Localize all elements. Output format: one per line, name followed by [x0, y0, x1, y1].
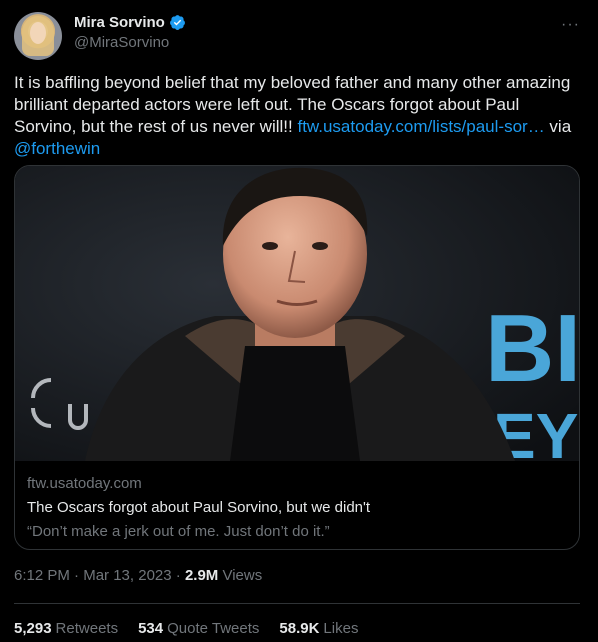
avatar[interactable] — [14, 12, 62, 60]
tweet-header: Mira Sorvino @MiraSorvino ··· — [14, 12, 582, 60]
retweets-stat[interactable]: 5,293 Retweets — [14, 620, 118, 637]
views-label: Views — [218, 567, 263, 584]
likes-label: Likes — [323, 620, 359, 637]
tweet-text: It is baffling beyond belief that my bel… — [14, 72, 580, 160]
card-info[interactable]: ftw.usatoday.com The Oscars forgot about… — [15, 462, 579, 549]
author-block: Mira Sorvino @MiraSorvino — [74, 14, 186, 51]
meta-separator: · — [171, 567, 185, 584]
mention-link[interactable]: @forthewin — [14, 139, 100, 158]
quotes-count: 534 — [138, 620, 164, 637]
card-description: “Don’t make a jerk out of me. Just don’t… — [27, 523, 330, 540]
likes-stat[interactable]: 58.9K Likes — [279, 620, 358, 637]
avatar-face — [30, 22, 46, 44]
tweet: Mira Sorvino @MiraSorvino ··· It is baff… — [0, 0, 598, 642]
handle[interactable]: @MiraSorvino — [74, 34, 186, 51]
link-card[interactable]: BI EYI — [14, 165, 580, 550]
name-row: Mira Sorvino — [74, 14, 186, 31]
divider — [14, 603, 580, 604]
tweet-time[interactable]: 6:12 PM — [14, 567, 70, 584]
background-letters-1: BI — [485, 295, 580, 402]
card-domain: ftw.usatoday.com — [27, 475, 142, 492]
meta-separator: · — [69, 567, 84, 584]
card-title: The Oscars forgot about Paul Sorvino, bu… — [27, 499, 371, 516]
display-name[interactable]: Mira Sorvino — [74, 14, 165, 31]
tweet-link[interactable]: ftw.usatoday.com/lists/paul-sor… — [297, 117, 544, 136]
retweets-count: 5,293 — [14, 620, 52, 637]
tweet-meta: 6:12 PM · Mar 13, 2023 · 2.9M Views — [14, 567, 262, 584]
retweets-label: Retweets — [55, 620, 119, 637]
more-dots-icon[interactable]: ··· — [561, 16, 580, 34]
tweet-via: via — [544, 117, 572, 136]
likes-count: 58.9K — [279, 620, 320, 637]
quotes-stat[interactable]: 534 Quote Tweets — [138, 620, 259, 637]
card-photo-illustration: BI EYI — [15, 166, 580, 461]
views-count: 2.9M — [184, 567, 219, 584]
tweet-stats: 5,293 Retweets 534 Quote Tweets 58.9K Likes — [14, 620, 358, 637]
card-image[interactable]: BI EYI — [15, 166, 580, 461]
quotes-label: Quote Tweets — [167, 620, 260, 637]
tweet-date[interactable]: Mar 13, 2023 — [83, 567, 171, 584]
verified-badge-icon — [169, 15, 185, 30]
